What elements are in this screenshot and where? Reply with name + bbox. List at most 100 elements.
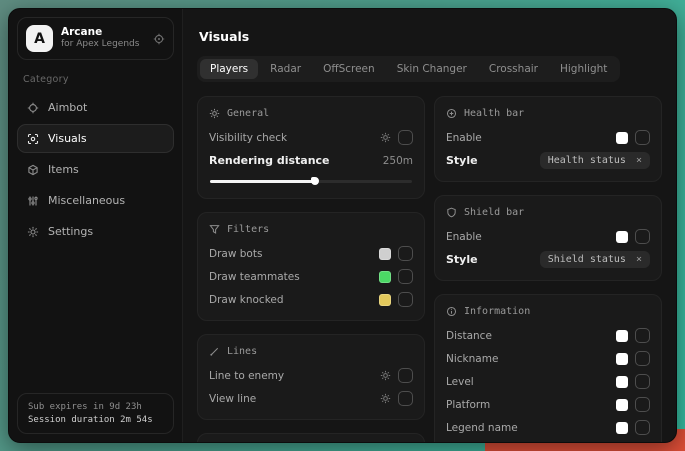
box-card: Box Enable Enable background (197, 433, 425, 442)
setting-row: Line to enemy (209, 365, 413, 386)
setting-label: Platform (446, 399, 490, 411)
color-swatch[interactable] (379, 271, 391, 283)
information-card-header: Information (446, 306, 650, 317)
setting-label: Enable (446, 231, 482, 243)
tab-offscreen[interactable]: OffScreen (313, 59, 385, 79)
sidebar-item-label: Settings (48, 225, 93, 238)
setting-label: Draw knocked (209, 294, 284, 306)
circle-plus-icon (446, 108, 457, 119)
color-swatch[interactable] (379, 294, 391, 306)
checkbox[interactable] (635, 130, 650, 145)
category-label: Category (23, 74, 168, 85)
style-select[interactable]: Shield status × (540, 251, 650, 268)
checkbox[interactable] (635, 397, 650, 412)
checkbox[interactable] (398, 269, 413, 284)
info-icon (446, 306, 457, 317)
checkbox[interactable] (635, 351, 650, 366)
scan-icon (27, 133, 39, 145)
information-card: Information Distance Nickname Level (434, 294, 662, 442)
color-swatch[interactable] (616, 231, 628, 243)
tab-crosshair[interactable]: Crosshair (479, 59, 548, 79)
card-title: Health bar (464, 108, 524, 119)
sub-expiry: Sub expires in 9d 23h (28, 402, 163, 412)
settings-columns: General Visibility check Rendering dista… (197, 96, 662, 442)
slider-fill (210, 180, 315, 183)
target-icon[interactable] (153, 33, 165, 45)
sidebar-item-label: Aimbot (48, 101, 87, 114)
sidebar-nav: Aimbot Visuals Items Miscellaneous Setti… (17, 93, 174, 246)
checkbox[interactable] (398, 391, 413, 406)
setting-row: Draw teammates (209, 266, 413, 287)
card-title: General (227, 108, 269, 119)
setting-row: Visibility check (209, 127, 413, 148)
sidebar-item-label: Items (48, 163, 79, 176)
color-swatch[interactable] (616, 422, 628, 434)
lines-card: Lines Line to enemy View line (197, 334, 425, 420)
shield-bar-card-header: Shield bar (446, 207, 650, 218)
config-gear-icon[interactable] (380, 132, 391, 143)
filters-card: Filters Draw bots Draw teammates (197, 212, 425, 321)
tab-skin-changer[interactable]: Skin Changer (387, 59, 477, 79)
subscription-info: Sub expires in 9d 23h Session duration 2… (17, 393, 174, 434)
checkbox[interactable] (635, 420, 650, 435)
remove-style-icon[interactable]: × (636, 254, 642, 265)
setting-row: Nickname (446, 348, 650, 369)
brand-text: Arcane for Apex Legends (61, 26, 145, 50)
color-swatch[interactable] (616, 376, 628, 388)
setting-label: Line to enemy (209, 370, 284, 382)
setting-label: Style (446, 253, 478, 266)
style-select-value: Shield status (548, 254, 626, 265)
checkbox[interactable] (635, 374, 650, 389)
rendering-distance-slider[interactable] (210, 176, 412, 186)
color-swatch[interactable] (616, 399, 628, 411)
sidebar-item-aimbot[interactable]: Aimbot (17, 93, 174, 122)
checkbox[interactable] (398, 292, 413, 307)
setting-row: Style Health status × (446, 150, 650, 171)
setting-row: View line (209, 388, 413, 409)
config-gear-icon[interactable] (380, 393, 391, 404)
shield-icon (446, 207, 457, 218)
setting-row: Draw knocked (209, 289, 413, 310)
crosshair-icon (27, 102, 39, 114)
funnel-icon (209, 224, 220, 235)
tab-players[interactable]: Players (200, 59, 258, 79)
config-gear-icon[interactable] (380, 370, 391, 381)
sidebar-item-items[interactable]: Items (17, 155, 174, 184)
sidebar-item-visuals[interactable]: Visuals (17, 124, 174, 153)
setting-label: Draw bots (209, 248, 262, 260)
setting-label: Draw teammates (209, 271, 300, 283)
setting-label: Level (446, 376, 474, 388)
sidebar-item-settings[interactable]: Settings (17, 217, 174, 246)
app-logo: A (26, 25, 53, 52)
setting-row: Style Shield status × (446, 249, 650, 270)
color-swatch[interactable] (616, 132, 628, 144)
setting-row: Team number (446, 440, 650, 442)
color-swatch[interactable] (616, 330, 628, 342)
main-content: Visuals Players Radar OffScreen Skin Cha… (183, 9, 676, 442)
tab-highlight[interactable]: Highlight (550, 59, 617, 79)
health-bar-card-header: Health bar (446, 108, 650, 119)
checkbox[interactable] (398, 368, 413, 383)
sidebar-item-miscellaneous[interactable]: Miscellaneous (17, 186, 174, 215)
color-swatch[interactable] (616, 353, 628, 365)
checkbox[interactable] (635, 229, 650, 244)
setting-row: Draw bots (209, 243, 413, 264)
app-window: A Arcane for Apex Legends Category Aimbo… (8, 8, 677, 443)
setting-label: Legend name (446, 422, 518, 434)
color-swatch[interactable] (379, 248, 391, 260)
style-select[interactable]: Health status × (540, 152, 650, 169)
setting-row: Distance (446, 325, 650, 346)
setting-label: Enable (446, 132, 482, 144)
checkbox[interactable] (635, 328, 650, 343)
style-select-value: Health status (548, 155, 626, 166)
remove-style-icon[interactable]: × (636, 155, 642, 166)
checkbox[interactable] (398, 246, 413, 261)
checkbox[interactable] (398, 130, 413, 145)
card-title: Filters (227, 224, 269, 235)
setting-row: Rendering distance 250m (209, 150, 413, 171)
brand-card: A Arcane for Apex Legends (17, 17, 174, 60)
card-title: Information (464, 306, 530, 317)
gear-icon (27, 226, 39, 238)
tab-radar[interactable]: Radar (260, 59, 311, 79)
slider-thumb[interactable] (311, 177, 319, 185)
